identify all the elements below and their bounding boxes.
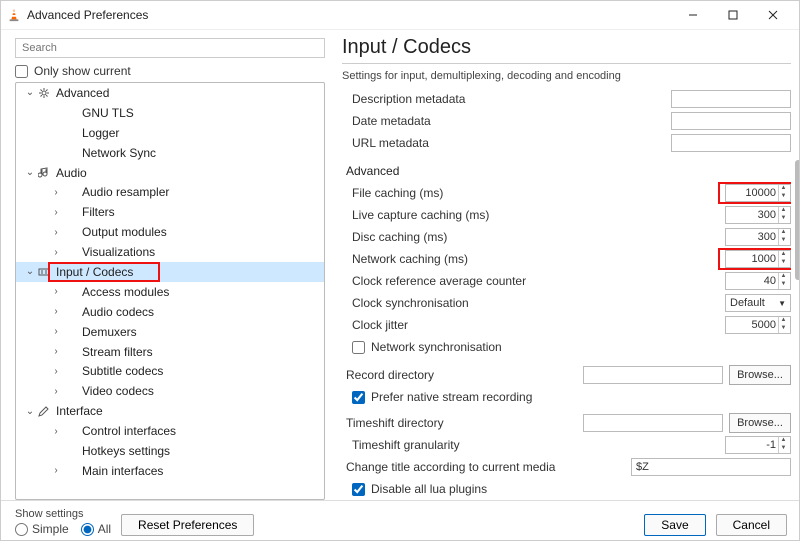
disc-caching-input[interactable]: 300▲▼	[725, 228, 791, 246]
tree-item-input-codecs[interactable]: ⌄Input / Codecs	[16, 262, 324, 282]
simple-radio[interactable]: Simple	[15, 522, 69, 536]
maximize-button[interactable]	[713, 1, 753, 29]
tree-item-stream-filters[interactable]: ›Stream filters	[16, 342, 324, 362]
url-metadata-label: URL metadata	[342, 136, 671, 150]
advanced-section: Advanced	[342, 164, 791, 178]
tree-item-advanced[interactable]: ⌄Advanced	[16, 83, 324, 103]
chevron-icon: ›	[50, 227, 62, 238]
codec-icon	[36, 266, 52, 278]
record-dir-label: Record directory	[342, 368, 583, 382]
tree-item-audio-codecs[interactable]: ›Audio codecs	[16, 302, 324, 322]
chevron-icon: ›	[50, 187, 62, 198]
tree-item-network-sync[interactable]: Network Sync	[16, 143, 324, 163]
tree-item-audio[interactable]: ⌄Audio	[16, 163, 324, 183]
chevron-icon: ›	[50, 207, 62, 218]
live-caching-input[interactable]: 300▲▼	[725, 206, 791, 224]
page-title: Input / Codecs	[342, 36, 791, 64]
close-button[interactable]	[753, 1, 793, 29]
chevron-icon: ⌄	[24, 87, 36, 98]
tree-item-gnu-tls[interactable]: GNU TLS	[16, 103, 324, 123]
network-caching-input[interactable]: 1000▲▼	[725, 250, 791, 268]
tree-item-subtitle-codecs[interactable]: ›Subtitle codecs	[16, 361, 324, 381]
chevron-icon: ⌄	[24, 266, 36, 277]
page-subtitle: Settings for input, demultiplexing, deco…	[342, 70, 791, 82]
prefer-native-checkbox[interactable]	[352, 391, 365, 404]
network-caching-label: Network caching (ms)	[342, 252, 725, 266]
record-dir-browse-button[interactable]: Browse...	[729, 365, 791, 385]
clock-sync-label: Clock synchronisation	[342, 296, 725, 310]
clock-ref-label: Clock reference average counter	[342, 274, 725, 288]
tree-item-demuxers[interactable]: ›Demuxers	[16, 322, 324, 342]
chevron-icon: ›	[50, 426, 62, 437]
footer: Show settings Simple All Reset Preferenc…	[1, 500, 799, 541]
tree[interactable]: ⌄AdvancedGNU TLSLoggerNetwork Sync⌄Audio…	[15, 82, 325, 500]
timeshift-gran-input[interactable]: -1▲▼	[725, 436, 791, 454]
minimize-button[interactable]	[673, 1, 713, 29]
tree-item-interface[interactable]: ⌄Interface	[16, 401, 324, 421]
save-button[interactable]: Save	[644, 514, 705, 536]
only-show-current[interactable]: Only show current	[15, 64, 336, 78]
tree-item-output-modules[interactable]: ›Output modules	[16, 222, 324, 242]
clock-jitter-label: Clock jitter	[342, 318, 725, 332]
network-sync-checkbox[interactable]	[352, 341, 365, 354]
file-caching-label: File caching (ms)	[342, 186, 725, 200]
change-title-label: Change title according to current media	[342, 460, 631, 474]
chevron-icon: ›	[50, 346, 62, 357]
clock-ref-input[interactable]: 40▲▼	[725, 272, 791, 290]
chevron-icon: ›	[50, 366, 62, 377]
search-input[interactable]	[15, 38, 325, 58]
file-caching-input[interactable]: 10000▲▼	[725, 184, 791, 202]
tree-item-filters[interactable]: ›Filters	[16, 202, 324, 222]
reset-preferences-button[interactable]: Reset Preferences	[121, 514, 254, 536]
chevron-down-icon: ▼	[778, 299, 786, 308]
prefer-native-label: Prefer native stream recording	[371, 390, 532, 404]
record-dir-input[interactable]	[583, 366, 723, 384]
tree-item-logger[interactable]: Logger	[16, 123, 324, 143]
chevron-icon: ›	[50, 247, 62, 258]
tree-item-access-modules[interactable]: ›Access modules	[16, 282, 324, 302]
date-metadata-input[interactable]	[671, 112, 791, 130]
chevron-icon: ›	[50, 465, 62, 476]
note-icon	[36, 167, 52, 179]
tree-item-audio-resampler[interactable]: ›Audio resampler	[16, 182, 324, 202]
timeshift-dir-browse-button[interactable]: Browse...	[729, 413, 791, 433]
vlc-icon	[7, 8, 21, 22]
network-sync-label: Network synchronisation	[371, 340, 502, 354]
chevron-icon: ›	[50, 386, 62, 397]
desc-metadata-label: Description metadata	[342, 92, 671, 106]
chevron-icon: ›	[50, 306, 62, 317]
disable-lua-label: Disable all lua plugins	[371, 482, 487, 496]
disc-caching-label: Disc caching (ms)	[342, 230, 725, 244]
gear-icon	[36, 87, 52, 99]
chevron-icon: ›	[50, 286, 62, 297]
timeshift-dir-label: Timeshift directory	[342, 416, 583, 430]
change-title-input[interactable]: $Z	[631, 458, 791, 476]
chevron-icon: ⌄	[24, 406, 36, 417]
clock-sync-select[interactable]: Default▼	[725, 294, 791, 312]
settings-panel: Description metadata Date metadata URL m…	[342, 88, 791, 500]
chevron-icon: ›	[50, 326, 62, 337]
disable-lua-checkbox[interactable]	[352, 483, 365, 496]
window-title: Advanced Preferences	[27, 8, 673, 22]
timeshift-gran-label: Timeshift granularity	[342, 438, 725, 452]
show-settings-label: Show settings	[15, 508, 111, 520]
tree-item-hotkeys-settings[interactable]: Hotkeys settings	[16, 441, 324, 461]
scrollbar[interactable]	[795, 160, 799, 280]
only-show-current-checkbox[interactable]	[15, 65, 28, 78]
tree-item-main-interfaces[interactable]: ›Main interfaces	[16, 461, 324, 481]
date-metadata-label: Date metadata	[342, 114, 671, 128]
tree-item-video-codecs[interactable]: ›Video codecs	[16, 381, 324, 401]
timeshift-dir-input[interactable]	[583, 414, 723, 432]
live-caching-label: Live capture caching (ms)	[342, 208, 725, 222]
url-metadata-input[interactable]	[671, 134, 791, 152]
chevron-icon: ⌄	[24, 167, 36, 178]
clock-jitter-input[interactable]: 5000▲▼	[725, 316, 791, 334]
tree-item-visualizations[interactable]: ›Visualizations	[16, 242, 324, 262]
cancel-button[interactable]: Cancel	[716, 514, 787, 536]
all-radio[interactable]: All	[81, 522, 111, 536]
titlebar: Advanced Preferences	[1, 1, 799, 30]
desc-metadata-input[interactable]	[671, 90, 791, 108]
brush-icon	[36, 405, 52, 417]
tree-item-control-interfaces[interactable]: ›Control interfaces	[16, 421, 324, 441]
